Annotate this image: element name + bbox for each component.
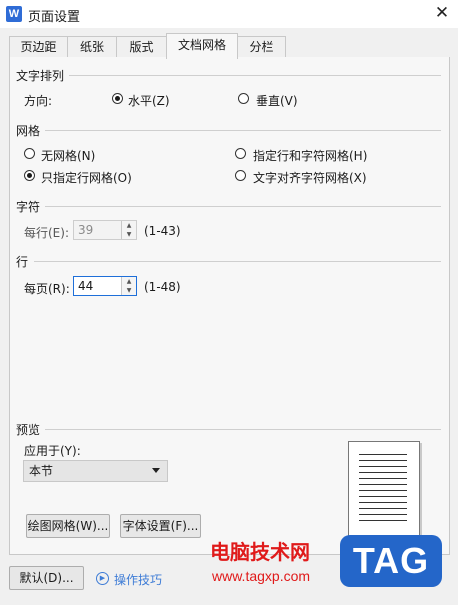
apply-to-value: 本节: [29, 464, 54, 478]
lines-range: (1-48): [144, 280, 181, 294]
watermark-site-name: 电脑技术网: [210, 540, 310, 564]
wps-writer-icon: W: [6, 6, 22, 22]
apply-to-select[interactable]: 本节: [23, 460, 168, 482]
tab-columns[interactable]: 分栏: [237, 36, 286, 57]
draw-grid-button[interactable]: 绘图网格(W)...: [26, 514, 110, 538]
apply-to-label: 应用于(Y):: [24, 444, 81, 458]
spin-down-icon[interactable]: ▼: [121, 230, 136, 239]
line-grid-only-label[interactable]: 只指定行网格(O): [41, 169, 132, 186]
spin-down-icon[interactable]: ▼: [121, 286, 136, 295]
tab-layout[interactable]: 版式: [116, 36, 167, 57]
spin-up-icon[interactable]: ▲: [121, 221, 136, 230]
window-title: 页面设置: [28, 10, 81, 25]
chars-per-line-stepper[interactable]: 39 ▲ ▼: [73, 220, 137, 240]
lines-per-page-stepper[interactable]: 44 ▲ ▼: [73, 276, 137, 296]
divider: [69, 75, 441, 76]
close-icon[interactable]: ✕: [432, 2, 452, 24]
snap-to-char-grid-label[interactable]: 文字对齐字符网格(X): [253, 169, 367, 186]
horizontal-radio[interactable]: [112, 93, 123, 104]
chars-section-title: 字符: [16, 200, 41, 214]
tab-margins[interactable]: 页边距: [9, 36, 68, 57]
no-grid-radio[interactable]: [24, 148, 35, 159]
tips-link[interactable]: 操作技巧: [114, 571, 162, 588]
grid-section-title: 网格: [16, 124, 41, 138]
tab-document-grid[interactable]: 文档网格: [166, 33, 238, 59]
line-and-char-grid-label[interactable]: 指定行和字符网格(H): [253, 147, 367, 164]
tab-paper[interactable]: 纸张: [67, 36, 117, 57]
default-button[interactable]: 默认(D)...: [9, 566, 84, 590]
play-circle-icon[interactable]: ▶: [96, 572, 109, 585]
page-preview: [348, 441, 420, 539]
no-grid-label[interactable]: 无网格(N): [41, 147, 95, 164]
spin-up-icon[interactable]: ▲: [121, 277, 136, 286]
horizontal-radio-label[interactable]: 水平(Z): [128, 92, 170, 109]
text-direction-section-title: 文字排列: [16, 69, 65, 83]
font-settings-button[interactable]: 字体设置(F)...: [120, 514, 201, 538]
preview-section-title: 预览: [16, 423, 41, 437]
line-grid-only-radio[interactable]: [24, 170, 35, 181]
chars-per-line-value: 39: [78, 223, 94, 237]
watermark-url: www.tagxp.com: [212, 568, 311, 584]
divider: [45, 206, 441, 207]
divider: [45, 130, 441, 131]
vertical-radio-label[interactable]: 垂直(V): [256, 92, 298, 109]
chars-per-line-label: 每行(E):: [24, 226, 69, 240]
snap-to-char-grid-radio[interactable]: [235, 170, 246, 181]
watermark-tag-badge: TAG: [340, 535, 442, 587]
lines-section-title: 行: [16, 255, 29, 269]
chars-range: (1-43): [144, 224, 181, 238]
lines-per-page-label: 每页(R):: [24, 282, 70, 296]
line-and-char-grid-radio[interactable]: [235, 148, 246, 159]
divider: [45, 429, 441, 430]
divider: [34, 261, 441, 262]
vertical-radio[interactable]: [238, 93, 249, 104]
direction-label: 方向:: [24, 94, 53, 108]
lines-per-page-value[interactable]: 44: [78, 279, 93, 293]
chevron-down-icon: [152, 468, 160, 473]
